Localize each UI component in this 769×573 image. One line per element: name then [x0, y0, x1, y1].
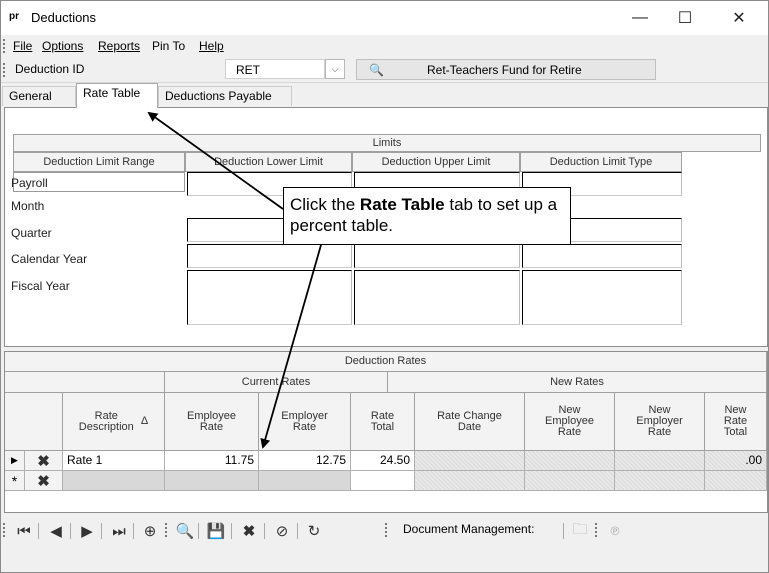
- deductions-window: pr Deductions — ☐ ✕ File Options Reports…: [0, 0, 769, 573]
- callout-arrows: [147, 111, 322, 449]
- arrow-to-rate-table-tab: [147, 111, 284, 210]
- arrow-to-employee-rate: [260, 244, 322, 449]
